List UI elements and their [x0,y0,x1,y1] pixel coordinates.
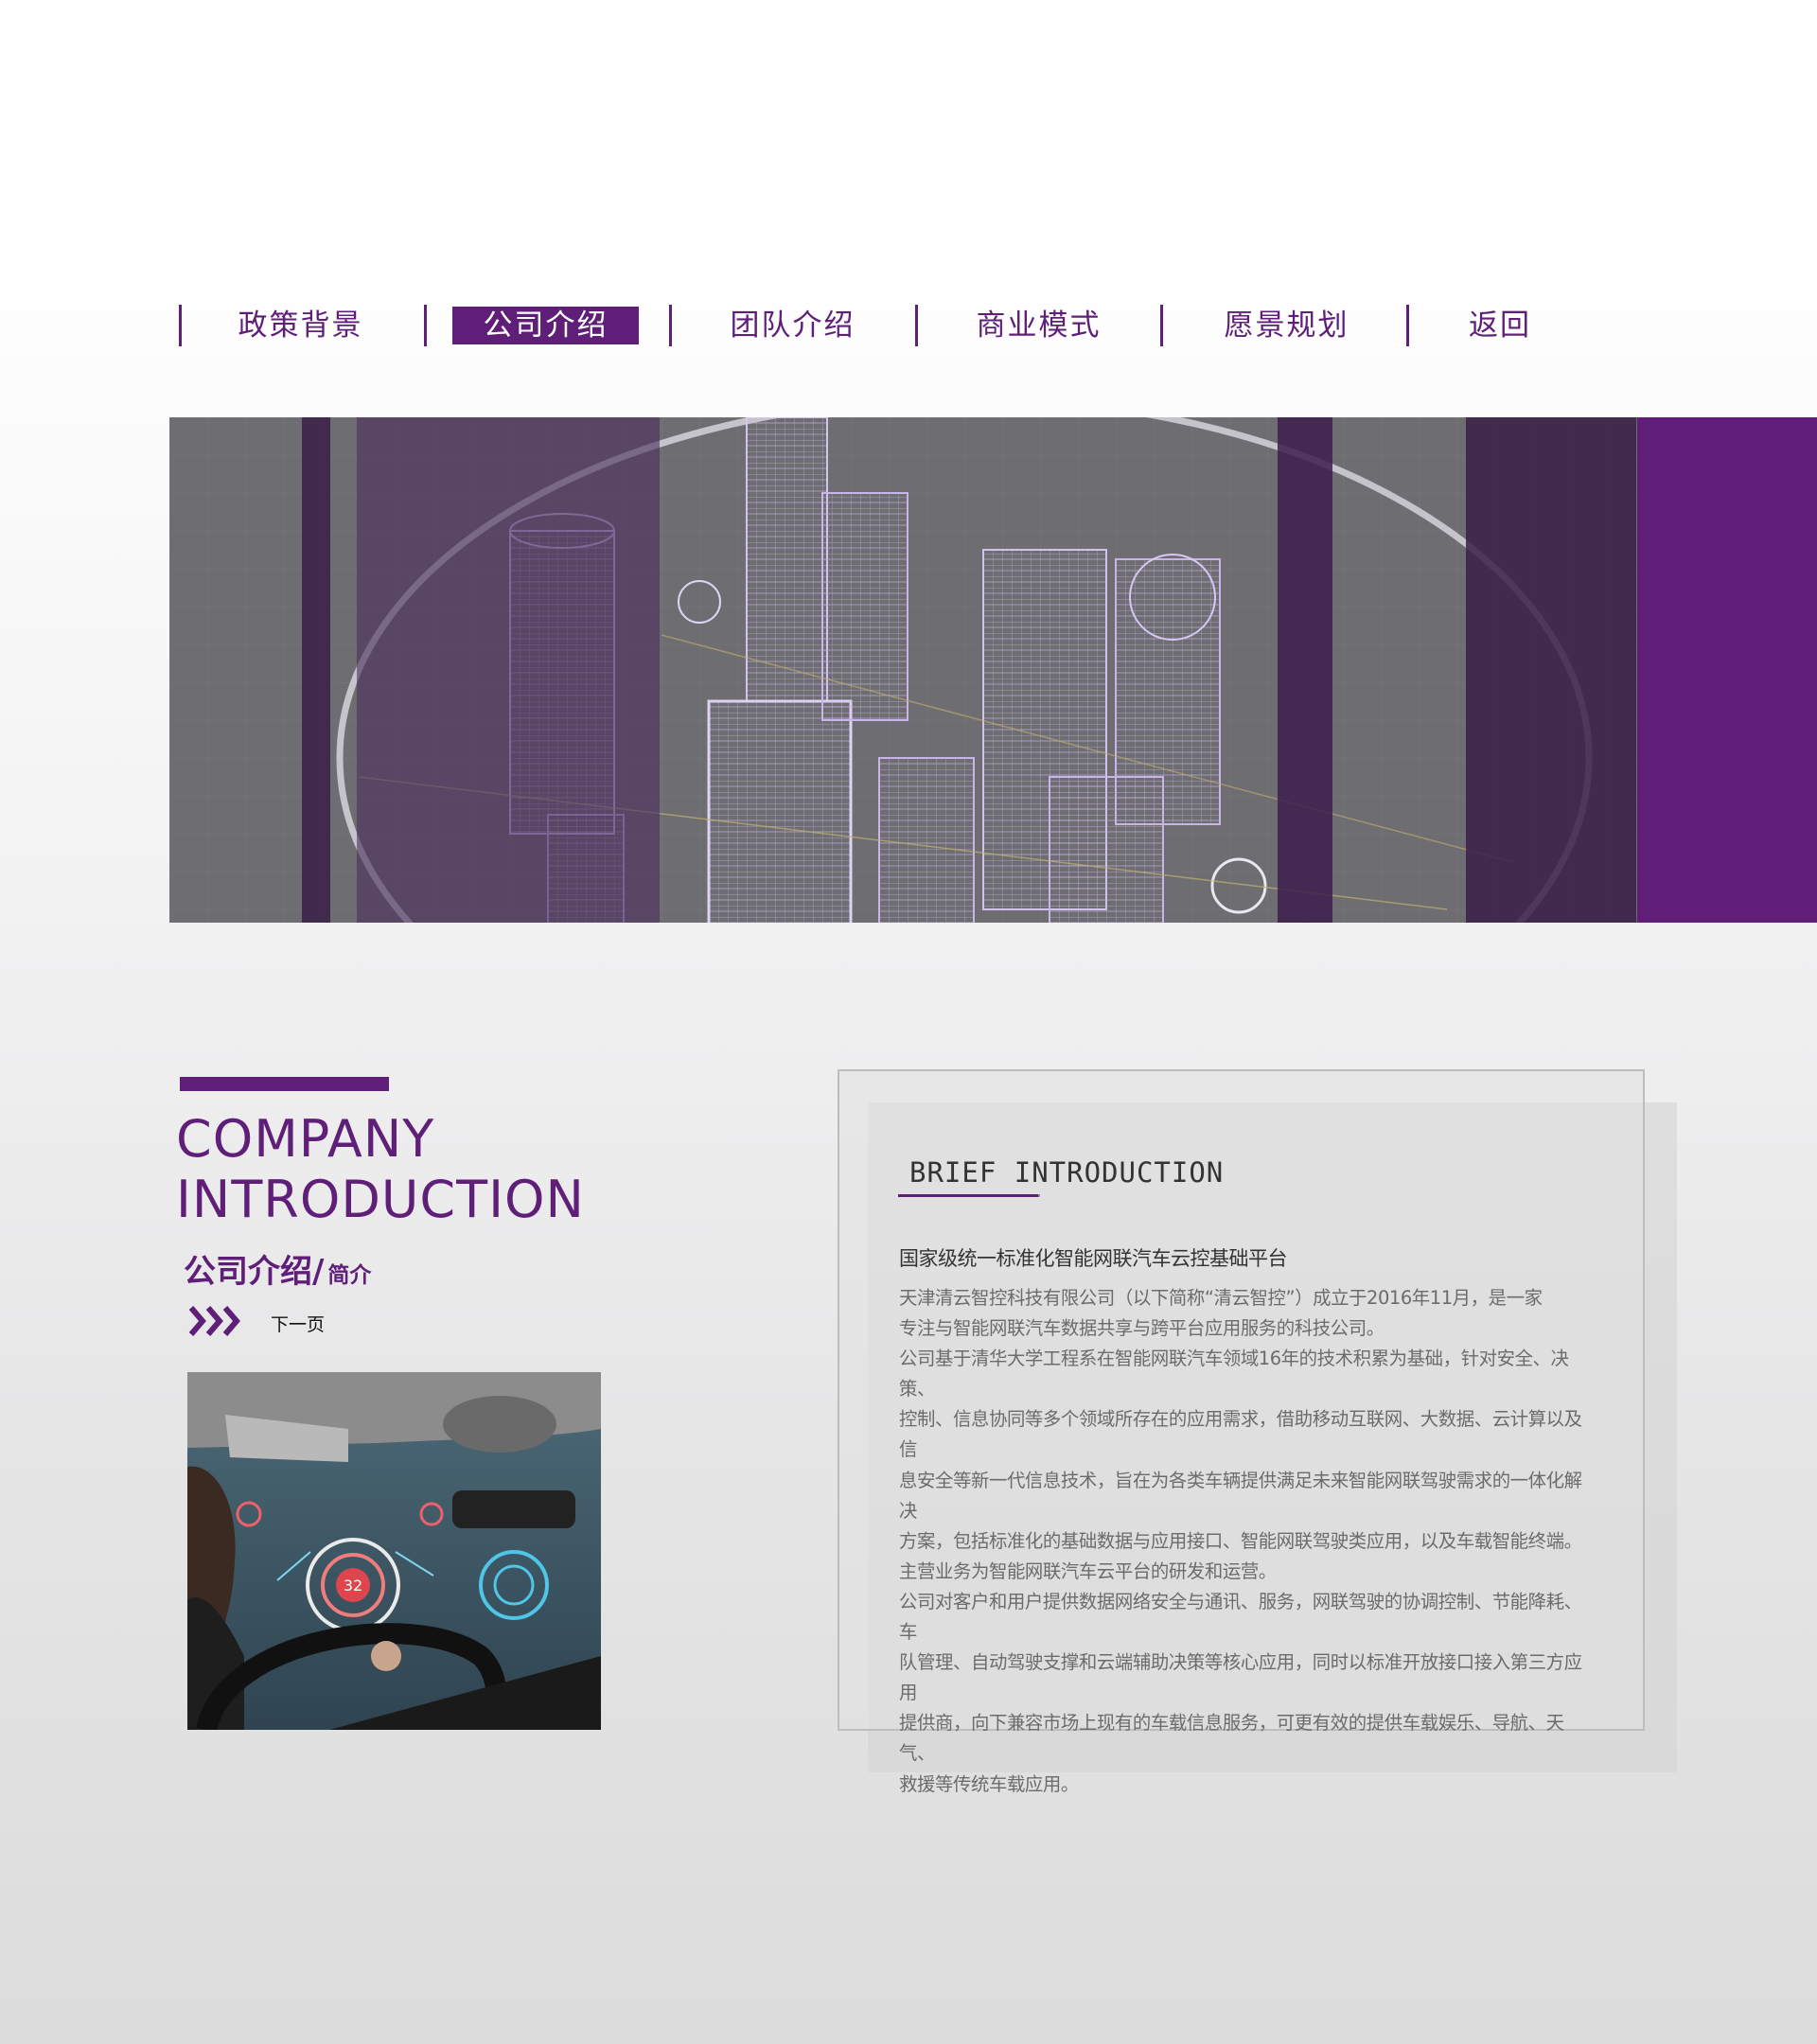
nav-item-vision-plan[interactable]: 愿景规划 [1204,307,1369,344]
brief-title: BRIEF INTRODUCTION [909,1156,1225,1189]
section-title-line-2: INTRODUCTION [176,1170,585,1229]
nav-item-team-intro[interactable]: 团队介绍 [710,307,875,344]
nav-separator [424,305,427,346]
triple-chevron-right-icon [188,1306,240,1336]
next-page-label: 下一页 [271,1314,326,1335]
section-title-en: COMPANY INTRODUCTION [176,1109,668,1230]
car-hud-photo: 32 [187,1372,601,1730]
nav-separator [1160,305,1163,346]
nav-separator [915,305,918,346]
nav-separator [179,305,182,346]
section-title-cn-main: 公司介绍/ [184,1253,325,1291]
brief-line: 天津清云智控科技有限公司（以下简称“清云智控”）成立于2016年11月，是一家 [899,1287,1543,1309]
brief-line: 公司基于清华大学工程系在智能网联汽车领域16年的技术积累为基础，针对安全、决策、 [899,1348,1569,1401]
nav-item-policy-background[interactable]: 政策背景 [218,307,383,344]
section-title-cn: 公司介绍/简介 [184,1245,371,1292]
brief-line: 公司对客户和用户提供数据网络安全与通讯、服务，网联驾驶的协调控制、节能降耗、车 [899,1590,1582,1644]
section-title-line-1: COMPANY [176,1109,435,1169]
brief-line: 方案，包括标准化的基础数据与应用接口、智能网联驾驶类应用，以及车载智能终端。 [899,1529,1582,1552]
brief-line: 提供商，向下兼容市场上现有的车载信息服务，可更有效的提供车载娱乐、导航、天气、 [899,1712,1564,1765]
nav-item-company-intro[interactable]: 公司介绍 [452,307,639,344]
brief-line: 主营业务为智能网联汽车云平台的研发和运营。 [899,1559,1277,1582]
brief-title-underline-accent [898,1194,1038,1197]
brief-line: 救援等传统车载应用。 [899,1772,1079,1795]
nav-separator [1406,305,1409,346]
hero-banner [169,417,1817,923]
section-accent-bar [180,1077,389,1091]
brief-line: 控制、信息协同等多个领域所存在的应用需求，借助移动互联网、大数据、云计算以及信 [899,1408,1582,1461]
car-hud-image: 32 [187,1372,601,1730]
brief-line: 专注与智能网联汽车数据共享与跨平台应用服务的科技公司。 [899,1317,1385,1340]
brief-line: 息安全等新一代信息技术，旨在为各类车辆提供满足未来智能网联驾驶需求的一体化解决 [899,1469,1582,1522]
hologram-city-image [169,417,1817,923]
svg-text:32: 32 [344,1577,362,1595]
nav-item-back[interactable]: 返回 [1457,307,1543,344]
section-title-cn-sub: 简介 [327,1263,372,1288]
nav-item-business-model[interactable]: 商业模式 [956,307,1121,344]
brief-body: 天津清云智控科技有限公司（以下简称“清云智控”）成立于2016年11月，是一家 … [899,1283,1590,1800]
top-nav: 政策背景 公司介绍 团队介绍 商业模式 愿景规划 返回 [0,301,1817,348]
brief-line: 队管理、自动驾驶支撑和云端辅助决策等核心应用，同时以标准开放接口接入第三方应用 [899,1651,1582,1704]
nav-separator [669,305,672,346]
brief-headline: 国家级统一标准化智能网联汽车云控基础平台 [899,1247,1288,1270]
